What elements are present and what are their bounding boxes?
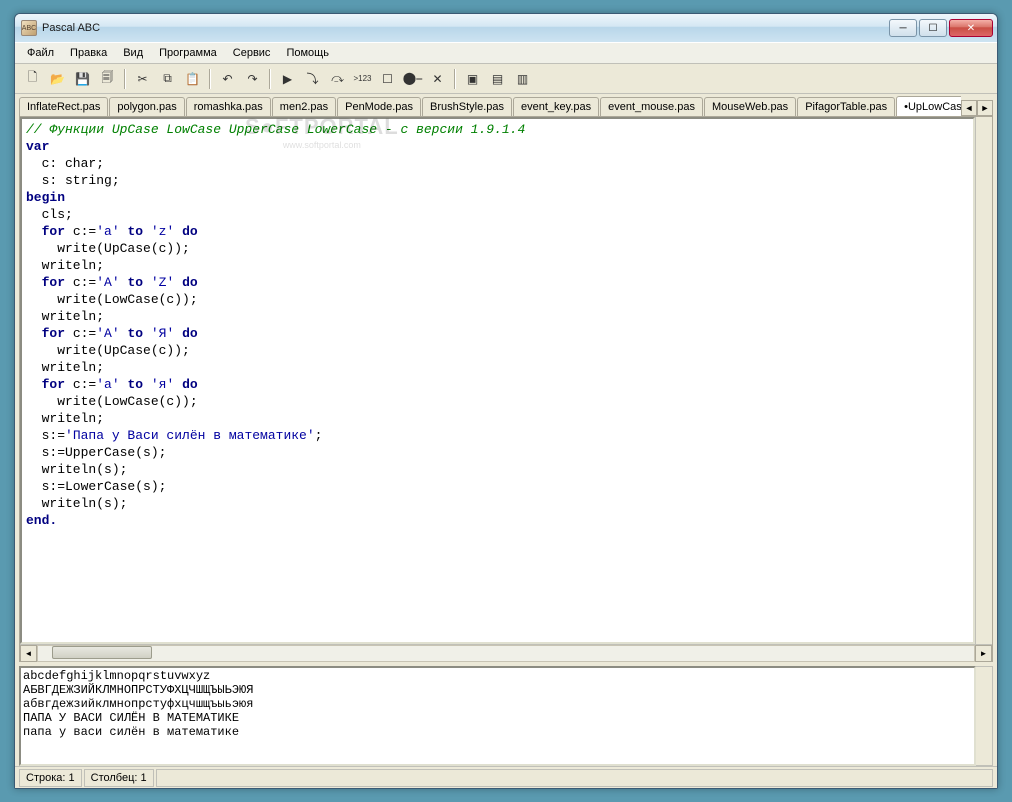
toolbar-separator <box>269 69 271 89</box>
file-tab[interactable]: InflateRect.pas <box>19 97 108 116</box>
file-tab[interactable]: MouseWeb.pas <box>704 97 796 116</box>
run-icon[interactable]: ▶ <box>276 67 299 90</box>
output-panel[interactable]: abcdefghijklmnopqrstuvwxyz АБВГДЕЖЗИЙКЛМ… <box>19 666 976 766</box>
maximize-button[interactable]: ☐ <box>919 19 947 37</box>
scroll-left-icon[interactable]: ◄ <box>20 645 37 662</box>
paste-icon[interactable]: 📋 <box>181 67 204 90</box>
toolbar: 🗋 📂 💾 🗐 ✂ ⧉ 📋 ↶ ↷ ▶ ⤵ ⤼ >123 ☐ ⬤⎯ ✕ ▣ ▤ … <box>15 64 997 94</box>
toolbar-separator <box>124 69 126 89</box>
output-vertical-scrollbar[interactable] <box>976 666 993 766</box>
file-tab[interactable]: event_key.pas <box>513 97 599 116</box>
window-title: Pascal ABC <box>42 22 889 34</box>
app-window: ABC Pascal ABC ─ ☐ ✕ Файл Правка Вид Про… <box>14 13 998 789</box>
status-col: Столбец: 1 <box>84 769 154 787</box>
menu-file[interactable]: Файл <box>19 44 62 62</box>
editor-area: // Функции UpCase LowCase UpperCase Lowe… <box>19 116 993 662</box>
window-layout1-icon[interactable]: ▣ <box>461 67 484 90</box>
horizontal-scrollbar[interactable]: ◄ ► <box>20 644 992 661</box>
menu-program[interactable]: Программа <box>151 44 225 62</box>
menubar: Файл Правка Вид Программа Сервис Помощь <box>15 42 997 64</box>
stop-icon[interactable]: ☐ <box>376 67 399 90</box>
file-tab[interactable]: polygon.pas <box>109 97 184 116</box>
menu-edit[interactable]: Правка <box>62 44 115 62</box>
file-tab[interactable]: event_mouse.pas <box>600 97 703 116</box>
menu-view[interactable]: Вид <box>115 44 151 62</box>
breakpoint-icon[interactable]: ⬤⎯ <box>401 67 424 90</box>
save-all-icon[interactable]: 🗐 <box>96 67 119 90</box>
minimize-button[interactable]: ─ <box>889 19 917 37</box>
status-row: Строка: 1 <box>19 769 82 787</box>
window-layout3-icon[interactable]: ▥ <box>511 67 534 90</box>
clear-breakpoints-icon[interactable]: ✕ <box>426 67 449 90</box>
undo-icon[interactable]: ↶ <box>216 67 239 90</box>
menu-service[interactable]: Сервис <box>225 44 279 62</box>
file-tab[interactable]: •UpLowCase.pas <box>896 96 961 116</box>
file-tab[interactable]: PenMode.pas <box>337 97 421 116</box>
window-layout2-icon[interactable]: ▤ <box>486 67 509 90</box>
titlebar[interactable]: ABC Pascal ABC ─ ☐ ✕ <box>15 14 997 42</box>
close-button[interactable]: ✕ <box>949 19 993 37</box>
toolbar-separator <box>454 69 456 89</box>
step-over-icon[interactable]: ⤼ <box>326 67 349 90</box>
cut-icon[interactable]: ✂ <box>131 67 154 90</box>
trace-icon[interactable]: >123 <box>351 67 374 90</box>
step-into-icon[interactable]: ⤵ <box>301 67 324 90</box>
scroll-thumb[interactable] <box>52 646 152 659</box>
redo-icon[interactable]: ↷ <box>241 67 264 90</box>
open-file-icon[interactable]: 📂 <box>46 67 69 90</box>
copy-icon[interactable]: ⧉ <box>156 67 179 90</box>
save-icon[interactable]: 💾 <box>71 67 94 90</box>
scroll-right-icon[interactable]: ► <box>975 645 992 662</box>
file-tab[interactable]: romashka.pas <box>186 97 271 116</box>
menu-help[interactable]: Помощь <box>278 44 337 62</box>
file-tab[interactable]: BrushStyle.pas <box>422 97 512 116</box>
app-icon: ABC <box>21 20 37 36</box>
file-tab[interactable]: men2.pas <box>272 97 336 116</box>
new-file-icon[interactable]: 🗋 <box>21 67 44 90</box>
code-editor[interactable]: // Функции UpCase LowCase UpperCase Lowe… <box>20 117 975 644</box>
statusbar: Строка: 1 Столбец: 1 <box>15 766 997 788</box>
vertical-scrollbar[interactable] <box>975 117 992 644</box>
tab-scroll-left-icon[interactable]: ◄ <box>961 100 977 116</box>
status-spacer <box>156 769 993 787</box>
toolbar-separator <box>209 69 211 89</box>
file-tab[interactable]: PifagorTable.pas <box>797 97 895 116</box>
tabs-row: InflateRect.paspolygon.pasromashka.pasme… <box>15 94 997 116</box>
tab-scroll-right-icon[interactable]: ► <box>977 100 993 116</box>
